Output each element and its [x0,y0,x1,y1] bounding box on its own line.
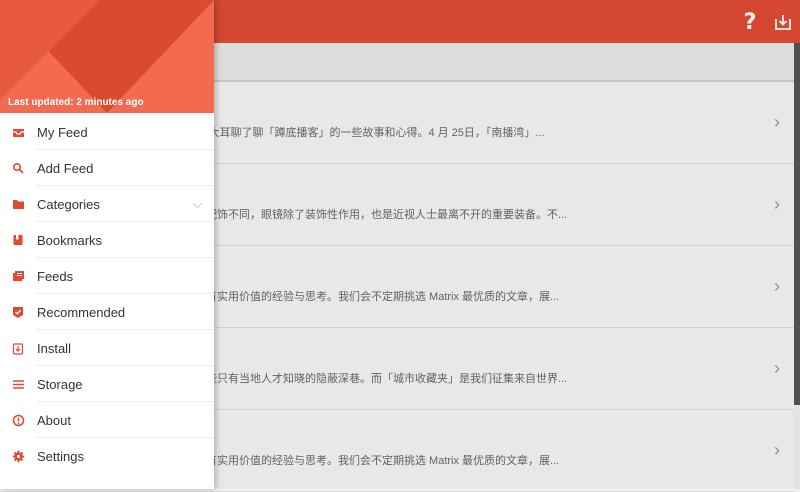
folder-icon [11,197,25,211]
chevron-right-icon: › [774,358,780,378]
settings-icon [11,449,25,463]
chevron-right-icon: › [774,194,780,214]
storage-icon [11,377,25,391]
drawer-item-about[interactable]: About [0,402,214,438]
drawer-item-label: Feeds [37,268,74,284]
download-icon[interactable] [770,9,796,35]
drawer-item-bookmarks[interactable]: Bookmarks [0,222,214,258]
header-decoration-2 [0,0,100,100]
drawer-menu: My Feed Add Feed Categories ⌵ Bookmarks Feeds… [0,114,214,474]
drawer-item-storage[interactable]: Storage [0,366,214,402]
chevron-right-icon: › [774,276,780,296]
chevron-down-icon[interactable]: ⌵ [193,197,202,212]
drawer-header: Last updated: 2 minutes ago [0,0,214,113]
install-icon [11,341,25,355]
feeds-icon [11,269,25,283]
drawer-item-label: Categories [37,196,100,212]
drawer-item-label: Bookmarks [37,232,103,248]
drawer-item-recommended[interactable]: Recommended [0,294,214,330]
last-updated-text: Last updated: 2 minutes ago [8,97,144,108]
drawer-item-label: Install [37,340,71,356]
info-icon [11,413,25,427]
chevron-right-icon: › [774,112,780,132]
inbox-icon [11,125,25,139]
drawer-item-my-feed[interactable]: My Feed [0,114,214,150]
bookmark-icon [11,233,25,247]
chevron-right-icon: › [774,440,780,460]
drawer-item-categories[interactable]: Categories ⌵ [0,186,214,222]
help-icon[interactable]: ? [737,9,763,35]
drawer-item-label: About [37,412,71,428]
search-icon [11,161,25,175]
drawer-item-label: Settings [37,448,84,464]
drawer-item-feeds[interactable]: Feeds [0,258,214,294]
navigation-drawer: Last updated: 2 minutes ago My Feed Add F… [0,0,214,489]
drawer-item-install[interactable]: Install [0,330,214,366]
drawer-item-settings[interactable]: Settings [0,438,214,474]
drawer-item-add-feed[interactable]: Add Feed [0,150,214,186]
drawer-item-label: Recommended [37,304,126,320]
drawer-item-label: Storage [37,376,83,392]
drawer-item-label: My Feed [37,124,88,140]
drawer-item-label: Add Feed [37,160,94,176]
verified-icon [11,305,25,319]
scrollbar[interactable] [794,43,800,405]
